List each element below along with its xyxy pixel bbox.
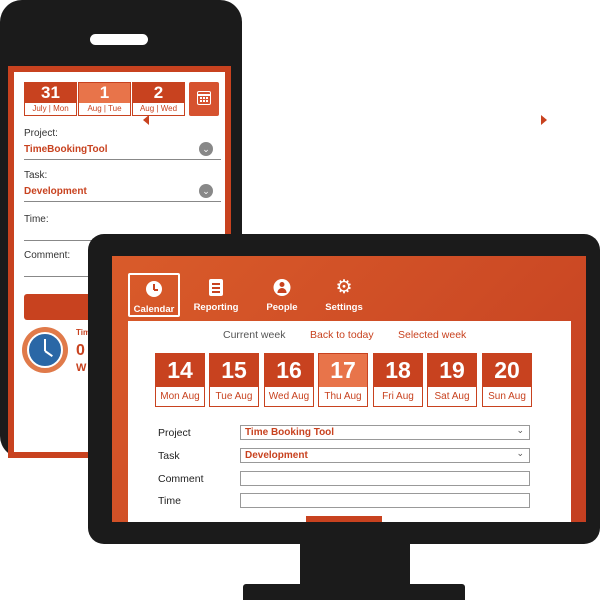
main-panel: Current week Back to today Selected week… bbox=[128, 321, 571, 522]
clock-icon bbox=[22, 327, 68, 373]
task-label: Task: bbox=[24, 170, 48, 181]
date-number: 2 bbox=[133, 83, 184, 103]
field-underline bbox=[24, 201, 221, 202]
date-number: 17 bbox=[319, 354, 367, 387]
calendar-button[interactable] bbox=[189, 82, 219, 116]
date-number: 18 bbox=[374, 354, 422, 387]
date-number: 1 bbox=[79, 83, 130, 103]
monitor-base bbox=[243, 584, 465, 600]
date-tile[interactable]: 20 Sun Aug bbox=[482, 353, 532, 407]
nav-people[interactable]: People bbox=[256, 273, 308, 317]
date-label: Fri Aug bbox=[382, 391, 414, 402]
comment-input[interactable] bbox=[240, 471, 530, 486]
chevron-down-icon[interactable]: ⌄ bbox=[199, 142, 213, 156]
comment-label: Comment bbox=[158, 473, 204, 485]
phone-date-tile[interactable]: 1 Aug | Tue bbox=[78, 82, 131, 116]
date-number: 20 bbox=[483, 354, 531, 387]
field-underline bbox=[24, 159, 221, 160]
timer-sub: W bbox=[76, 362, 87, 374]
task-select[interactable]: Development bbox=[24, 186, 87, 197]
monitor-neck bbox=[300, 540, 410, 588]
date-tile[interactable]: 14 Mon Aug bbox=[155, 353, 205, 407]
document-icon bbox=[209, 279, 223, 296]
date-label: Aug | Wed bbox=[139, 104, 178, 113]
project-value: Time Booking Tool bbox=[245, 427, 335, 438]
date-tile-selected[interactable]: 17 Thu Aug bbox=[318, 353, 368, 407]
date-label: July | Mon bbox=[32, 104, 69, 113]
nav-label: People bbox=[266, 302, 298, 313]
nav-label: Calendar bbox=[133, 304, 175, 315]
project-label: Project bbox=[158, 427, 191, 439]
nav-settings[interactable]: ⚙ Settings bbox=[318, 273, 370, 317]
save-button[interactable] bbox=[306, 516, 382, 522]
date-number: 16 bbox=[265, 354, 313, 387]
chevron-down-icon: ⌄ bbox=[516, 425, 524, 435]
nav-calendar[interactable]: Calendar bbox=[128, 273, 180, 317]
task-value: Development bbox=[245, 450, 308, 461]
nav-label: Settings bbox=[325, 302, 363, 313]
nav-reporting[interactable]: Reporting bbox=[190, 273, 242, 317]
calendar-icon bbox=[197, 91, 211, 105]
project-select[interactable]: Time Booking Tool ⌄ bbox=[240, 425, 530, 440]
date-tile[interactable]: 15 Tue Aug bbox=[209, 353, 259, 407]
prev-week-arrow-icon[interactable] bbox=[143, 115, 149, 125]
tab-back-to-today[interactable]: Back to today bbox=[310, 329, 374, 341]
desktop-screen: Calendar Reporting People ⚙ Settings Cur… bbox=[112, 256, 586, 522]
chevron-down-icon: ⌄ bbox=[516, 448, 524, 458]
date-tile[interactable]: 16 Wed Aug bbox=[264, 353, 314, 407]
nav-label: Reporting bbox=[193, 302, 239, 313]
next-week-arrow-icon[interactable] bbox=[541, 115, 547, 125]
chevron-down-icon[interactable]: ⌄ bbox=[199, 184, 213, 198]
task-label: Task bbox=[158, 450, 180, 462]
date-label: Wed Aug bbox=[268, 391, 310, 402]
clock-icon bbox=[146, 281, 162, 297]
date-label: Sat Aug bbox=[434, 391, 470, 402]
date-label: Aug | Tue bbox=[87, 104, 122, 113]
task-select[interactable]: Development ⌄ bbox=[240, 448, 530, 463]
date-label: Mon Aug bbox=[160, 391, 200, 402]
gear-icon: ⚙ bbox=[335, 277, 353, 298]
phone-date-tile[interactable]: 2 Aug | Wed bbox=[132, 82, 185, 116]
date-number: 19 bbox=[428, 354, 476, 387]
date-label: Tue Aug bbox=[215, 391, 253, 402]
person-icon bbox=[273, 279, 291, 296]
date-number: 31 bbox=[25, 83, 76, 103]
phone-date-tile[interactable]: 31 July | Mon bbox=[24, 82, 77, 116]
date-number: 15 bbox=[210, 354, 258, 387]
tab-selected-week[interactable]: Selected week bbox=[398, 329, 466, 341]
time-label: Time: bbox=[24, 214, 49, 225]
date-label: Thu Aug bbox=[324, 391, 362, 402]
date-tile[interactable]: 18 Fri Aug bbox=[373, 353, 423, 407]
date-number: 14 bbox=[156, 354, 204, 387]
project-label: Project: bbox=[24, 128, 58, 139]
comment-label: Comment: bbox=[24, 250, 71, 261]
phone-speaker bbox=[90, 34, 148, 45]
time-input[interactable] bbox=[240, 493, 530, 508]
project-select[interactable]: TimeBookingTool bbox=[24, 144, 108, 155]
time-label: Time bbox=[158, 495, 181, 507]
date-label: Sun Aug bbox=[488, 391, 526, 402]
tab-current-week[interactable]: Current week bbox=[223, 329, 285, 341]
timer-value: 0 bbox=[76, 342, 85, 359]
date-tile[interactable]: 19 Sat Aug bbox=[427, 353, 477, 407]
